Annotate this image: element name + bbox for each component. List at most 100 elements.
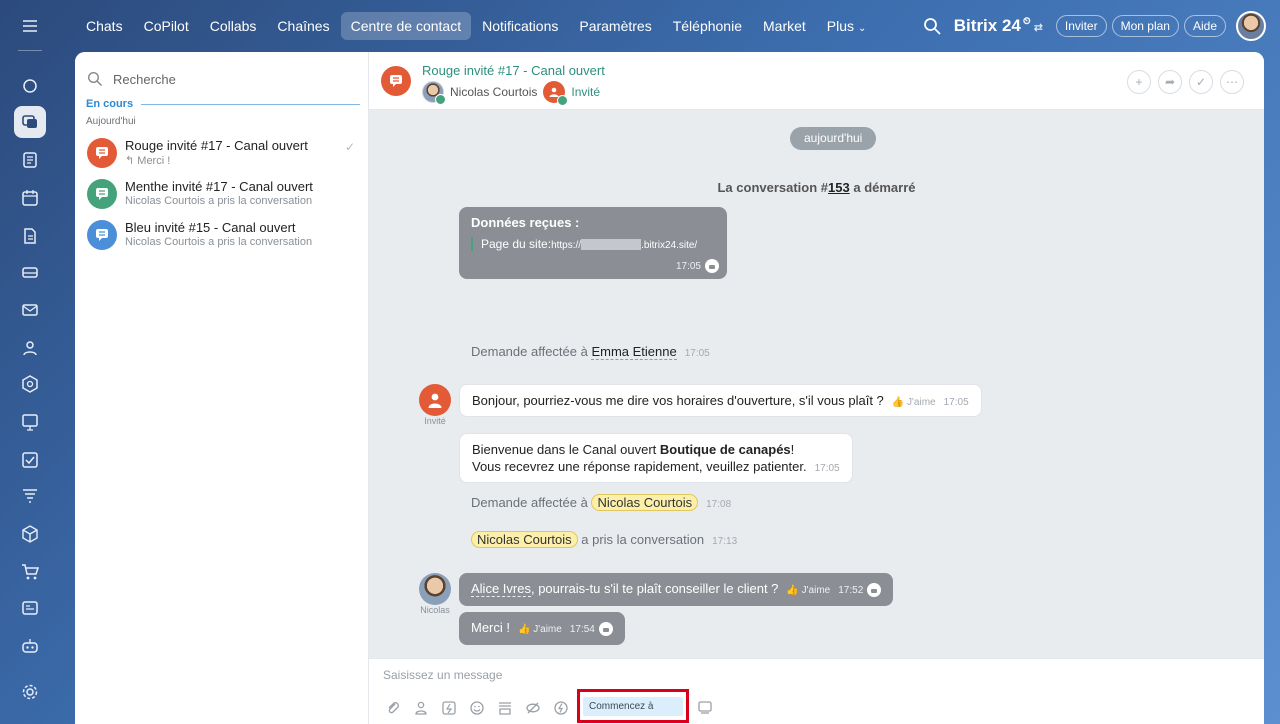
tab-telephony[interactable]: Téléphonie — [663, 12, 752, 40]
invite-button[interactable]: Inviter — [1055, 15, 1107, 37]
like-button[interactable]: 👍 J'aime — [518, 624, 562, 635]
funnel-icon[interactable] — [14, 480, 46, 512]
user-avatar[interactable] — [1236, 11, 1266, 41]
assignment-line: Demande affectée à Emma Etienne 17:05 — [471, 344, 710, 360]
data-site-domain[interactable]: .bitrix24.site/ — [641, 240, 697, 251]
tab-channels[interactable]: Chaînes — [267, 12, 339, 40]
board-icon[interactable] — [14, 406, 46, 438]
help-button[interactable]: Aide — [1183, 15, 1226, 37]
chat-title: Menthe invité #17 - Canal ouvert — [125, 179, 313, 194]
tab-settings[interactable]: Paramètres — [569, 12, 661, 40]
data-received-message: Données reçues : Page du site:https:// .b… — [459, 207, 727, 279]
chat-list-item[interactable]: Bleu invité #15 - Canal ouvert Nicolas C… — [75, 214, 369, 254]
tasks-icon[interactable] — [14, 444, 46, 476]
chats-icon[interactable] — [14, 106, 46, 138]
took-text: a pris la conversation — [577, 532, 705, 547]
assignment-line: Demande affectée à Nicolas Courtois 17:08 — [471, 494, 731, 511]
data-site-url[interactable]: https:// — [551, 240, 581, 251]
guest-label[interactable]: Invité — [571, 85, 600, 99]
like-button[interactable]: 👍 J'aime — [786, 585, 830, 596]
member-name[interactable]: Nicolas Courtois — [450, 85, 537, 99]
assignee-link[interactable]: Emma Etienne — [591, 344, 677, 360]
section-title: En cours — [86, 98, 134, 110]
package-icon[interactable] — [14, 518, 46, 550]
agent-avatar[interactable] — [419, 573, 451, 605]
conversation-number-link[interactable]: 153 — [828, 180, 850, 195]
assignee-link[interactable]: Nicolas Courtois — [591, 494, 699, 511]
tab-contact-center[interactable]: Centre de contact — [340, 12, 472, 40]
attach-icon[interactable] — [385, 700, 401, 716]
conv-started-prefix: La conversation # — [717, 180, 829, 195]
channel-name: Boutique de canapés — [659, 442, 791, 457]
message-time: 17:05 — [684, 348, 710, 359]
chat-bubble-icon — [96, 188, 108, 200]
guest-avatar[interactable] — [419, 384, 451, 416]
copilot-icon[interactable] — [14, 70, 46, 102]
data-site-label: Page du site: — [481, 237, 552, 251]
lightning-icon[interactable] — [553, 700, 569, 716]
search-icon[interactable] — [922, 16, 942, 36]
chat-subtitle: ↰ Merci ! — [125, 155, 171, 167]
card-icon[interactable] — [14, 592, 46, 624]
chat-header-title[interactable]: Rouge invité #17 - Canal ouvert — [422, 63, 605, 78]
main-panel: Recherche En cours Aujourd'hui Rouge inv… — [75, 52, 1264, 724]
more-icon[interactable]: ⋯ — [1220, 70, 1244, 94]
chat-avatar — [87, 138, 117, 168]
add-icon[interactable]: + — [1127, 70, 1151, 94]
welcome-line-2: Vous recevrez une réponse rapidement, ve… — [472, 459, 840, 474]
chat-list-item[interactable]: Menthe invité #17 - Canal ouvert Nicolas… — [75, 173, 369, 213]
top-right-controls: Bitrix 24 ⏲⇄ Inviter Mon plan Aide — [922, 11, 1266, 41]
brand-logo[interactable]: Bitrix 24 ⏲⇄ — [954, 16, 1043, 36]
like-label: J'aime — [801, 585, 831, 596]
calendar-icon[interactable] — [14, 182, 46, 214]
hexagon-icon[interactable] — [14, 368, 46, 400]
check-icon: ✓ — [344, 140, 355, 154]
member-avatar[interactable] — [422, 81, 446, 105]
contact-icon[interactable] — [413, 700, 429, 716]
chat-bubble-icon — [96, 229, 108, 241]
operator-link[interactable]: Nicolas Courtois — [471, 531, 578, 548]
robot-icon[interactable] — [14, 630, 46, 662]
document-icon[interactable] — [14, 220, 46, 252]
settings-gear-icon[interactable] — [14, 676, 46, 708]
like-button[interactable]: 👍 J'aime — [892, 397, 936, 408]
template-icon[interactable] — [497, 700, 513, 716]
drive-icon[interactable] — [14, 256, 46, 288]
check-circle-icon[interactable]: ✓ — [1189, 70, 1213, 94]
forward-icon[interactable]: ➦ — [1158, 70, 1182, 94]
welcome-line-2-text: Vous recevrez une réponse rapidement, ve… — [472, 459, 807, 474]
chat-search[interactable]: Recherche — [87, 66, 358, 92]
guest-avatar[interactable] — [543, 81, 569, 106]
tab-notifications[interactable]: Notifications — [472, 12, 568, 40]
tab-more[interactable]: Plus ⌄ — [817, 12, 877, 40]
mention-link[interactable]: Alice Ivres — [471, 581, 531, 597]
conv-started-suffix: a démarré — [849, 180, 916, 195]
agent-message: Merci ! 👍 J'aime 17:54 — [459, 612, 625, 645]
quick-answer-icon[interactable] — [441, 700, 457, 716]
tab-collabs[interactable]: Collabs — [200, 12, 267, 40]
chat-bubble-icon — [390, 75, 402, 87]
menu-icon[interactable] — [14, 10, 46, 42]
cart-icon[interactable] — [14, 556, 46, 588]
hide-icon[interactable] — [525, 700, 541, 716]
assignment-prefix: Demande affectée à — [471, 495, 592, 510]
tab-chats[interactable]: Chats — [76, 12, 133, 40]
data-title: Données reçues : — [471, 215, 580, 230]
agent-avatar-label: Nicolas — [420, 605, 450, 615]
tab-market[interactable]: Market — [753, 12, 816, 40]
tab-copilot[interactable]: CoPilot — [134, 12, 199, 40]
plan-button[interactable]: Mon plan — [1111, 15, 1179, 37]
start-button[interactable]: Commencez à — [583, 696, 683, 716]
chat-list-item[interactable]: Rouge invité #17 - Canal ouvert ↰ Merci … — [75, 132, 369, 172]
feed-icon[interactable] — [14, 144, 46, 176]
message-input[interactable]: Saisissez un message — [383, 668, 502, 682]
emoji-icon[interactable] — [469, 700, 485, 716]
like-label: J'aime — [907, 397, 936, 408]
screen-icon[interactable] — [697, 699, 713, 715]
guest-avatar-label: Invité — [424, 416, 446, 426]
mail-icon[interactable] — [14, 294, 46, 326]
message-text: , pourrais-tu s'il te plaît conseiller l… — [530, 581, 779, 596]
welcome-message: Bienvenue dans le Canal ouvert Boutique … — [459, 433, 853, 483]
contacts-icon[interactable] — [14, 332, 46, 364]
chat-members: Nicolas Courtois Invité — [422, 80, 600, 106]
